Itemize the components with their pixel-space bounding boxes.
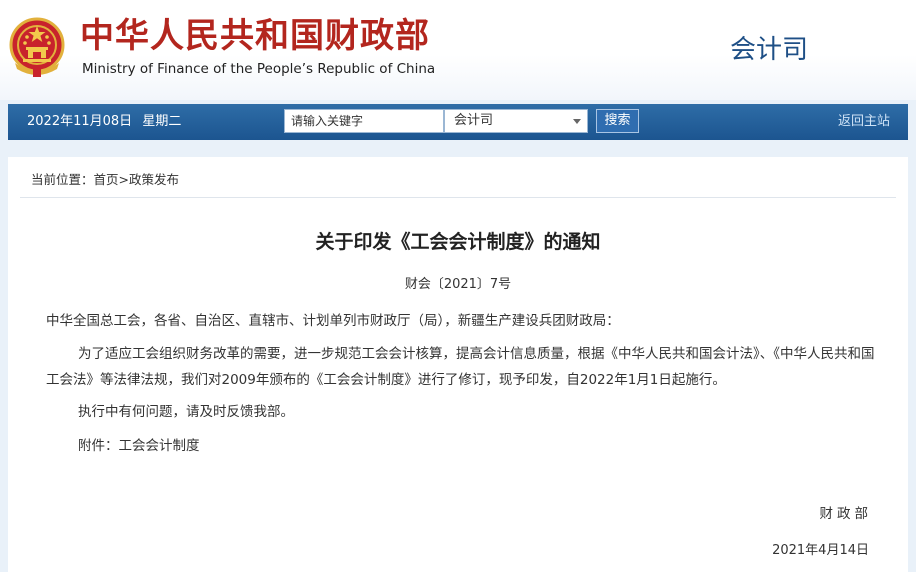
chevron-down-icon — [573, 119, 581, 124]
search-scope-select[interactable]: 会计司 — [444, 109, 588, 133]
issuer-signature: 财政部 — [819, 506, 872, 522]
breadcrumb-separator: > — [118, 172, 130, 187]
breadcrumb-label: 当前位置： — [31, 172, 94, 187]
breadcrumb-home-link[interactable]: 首页 — [94, 172, 119, 187]
ministry-name-en[interactable]: Ministry of Finance of the People’s Repu… — [82, 61, 435, 77]
issue-date: 2021年4月14日 — [772, 543, 869, 558]
return-home-link[interactable]: 返回主站 — [838, 114, 890, 130]
department-name: 会计司 — [730, 35, 809, 65]
article-title: 关于印发《工会会计制度》的通知 — [315, 231, 601, 253]
body-paragraph: 为了适应工会组织财务改革的需要，进一步规范工会会计核算，提高会计信息质量，根据《… — [46, 346, 875, 388]
national-emblem-icon[interactable] — [9, 17, 65, 79]
top-navbar: 2022年11月08日 星期二 会计司 搜索 返回主站 — [8, 104, 908, 140]
ministry-name-cn[interactable]: 中华人民共和国财政部 — [80, 16, 430, 56]
search-button[interactable]: 搜索 — [596, 109, 639, 133]
search-input[interactable] — [284, 109, 444, 133]
breadcrumb-section-link[interactable]: 政策发布 — [129, 172, 179, 187]
feedback-paragraph: 执行中有何问题，请及时反馈我部。 — [78, 404, 294, 420]
document-number: 财会〔2021〕7号 — [404, 277, 512, 292]
site-header: 中华人民共和国财政部 Ministry of Finance of the Pe… — [0, 0, 916, 100]
addressee-paragraph: 中华全国总工会，各省、自治区、直辖市、计划单列市财政厅（局），新疆生产建设兵团财… — [46, 313, 620, 329]
breadcrumb: 当前位置：首页>政策发布 — [31, 172, 179, 188]
search-scope-value: 会计司 — [454, 113, 494, 128]
attachment-line[interactable]: 附件：工会会计制度 — [78, 433, 200, 459]
date-text: 2022年11月08日 — [27, 114, 133, 129]
weekday-text: 星期二 — [142, 114, 182, 129]
breadcrumb-divider — [20, 197, 896, 198]
current-date: 2022年11月08日 星期二 — [27, 114, 187, 130]
article-panel: 当前位置：首页>政策发布 关于印发《工会会计制度》的通知 财会〔2021〕7号 … — [8, 157, 908, 572]
